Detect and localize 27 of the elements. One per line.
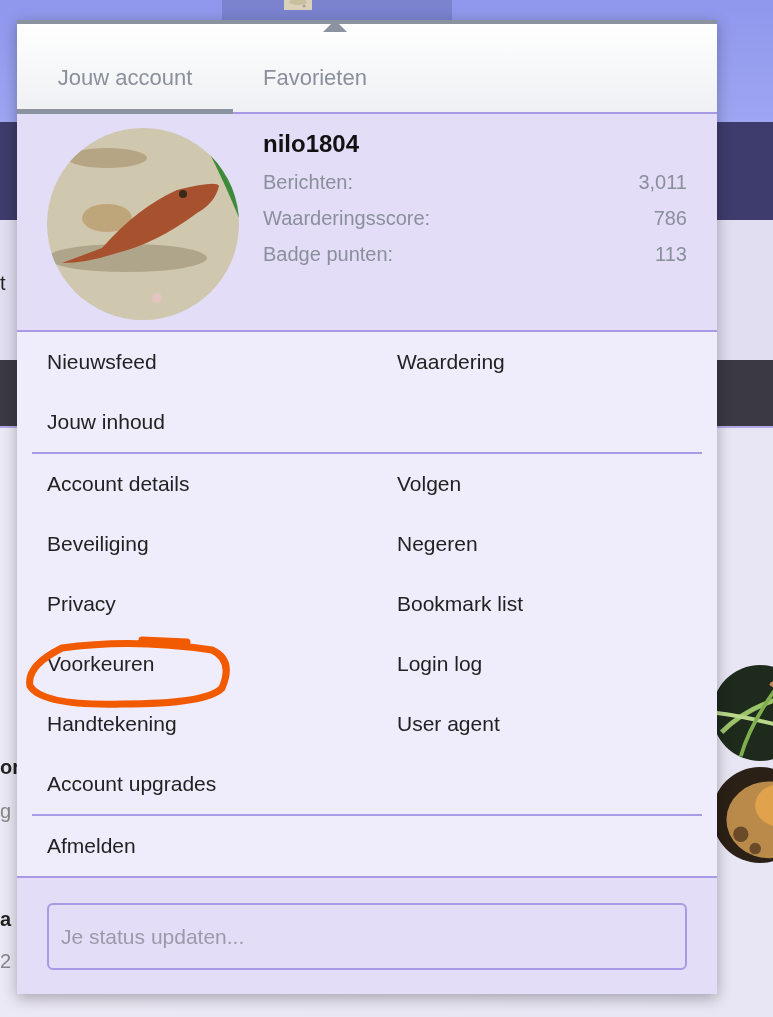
menu-link[interactable]: Bookmark list <box>397 592 524 616</box>
menu-link[interactable]: Login log <box>397 652 483 676</box>
menu-link[interactable]: Voorkeuren <box>47 652 155 676</box>
menu-link[interactable]: Jouw inhoud <box>47 410 165 434</box>
menu-link[interactable]: Handtekening <box>47 712 177 736</box>
status-field[interactable]: Je status updaten... <box>47 903 687 970</box>
page-text-fragment: g <box>0 800 12 823</box>
stat-value: 786 <box>653 206 687 231</box>
menu-link[interactable]: Waardering <box>397 350 505 374</box>
stat-label: Waarderingsscore: <box>263 206 431 231</box>
menu-link[interactable]: Afmelden <box>47 834 136 858</box>
menu-link[interactable]: User agent <box>397 712 500 736</box>
menu-link[interactable]: Account details <box>47 472 190 496</box>
page-text-fragment: a <box>0 908 12 931</box>
menu-link[interactable]: Account upgrades <box>47 772 217 796</box>
menu-link[interactable]: Negeren <box>397 532 478 556</box>
page-text-fragment: 2 <box>0 950 12 973</box>
menu-link[interactable]: Beveiliging <box>47 532 149 556</box>
stat-value: 113 <box>655 242 687 267</box>
stat-label: Berichten: <box>263 170 354 195</box>
page-text-fragment: t <box>0 272 6 295</box>
stat-label: Badge punten: <box>263 242 394 267</box>
username[interactable]: nilo1804 <box>263 130 687 158</box>
stat-value: 3,011 <box>638 170 687 195</box>
menu-link[interactable]: Privacy <box>47 592 116 616</box>
menu-link[interactable]: Volgen <box>397 472 462 496</box>
menu-link[interactable]: Nieuwsfeed <box>47 350 157 374</box>
